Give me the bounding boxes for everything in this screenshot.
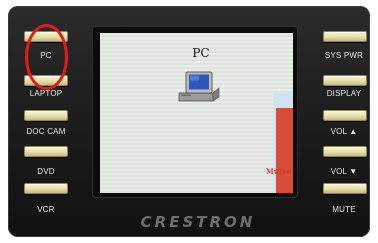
volume-up-button[interactable] <box>323 110 367 121</box>
doc-cam-button-label: DOC CAM <box>26 127 66 136</box>
display-button-label: DISPLAY <box>326 89 362 98</box>
sys-pwr-button-label: SYS PWR <box>324 51 364 60</box>
crestron-logo: CRESTRON <box>140 213 256 231</box>
volume-level-bar <box>276 108 293 193</box>
dvd-button[interactable] <box>24 146 68 157</box>
sys-pwr-button[interactable] <box>323 31 367 42</box>
screen-title: PC <box>192 46 210 60</box>
mute-button[interactable] <box>323 183 367 194</box>
touch-screen[interactable]: PC Muted <box>100 33 293 193</box>
volume-up-button-label: VOL ▲ <box>330 127 358 136</box>
annotation-circle <box>25 24 68 90</box>
mute-status-text: Muted <box>266 167 292 176</box>
computer-monitor-icon <box>178 71 220 102</box>
dvd-button-label: DVD <box>37 167 55 176</box>
display-button[interactable] <box>323 75 367 86</box>
volume-down-button-label: VOL ▼ <box>330 167 358 176</box>
vcr-button[interactable] <box>24 183 68 194</box>
doc-cam-button[interactable] <box>24 110 68 121</box>
volume-down-button[interactable] <box>323 146 367 157</box>
mute-button-label: MUTE <box>332 205 356 214</box>
vcr-button-label: VCR <box>37 205 55 214</box>
laptop-button-label: LAPTOP <box>29 89 63 98</box>
